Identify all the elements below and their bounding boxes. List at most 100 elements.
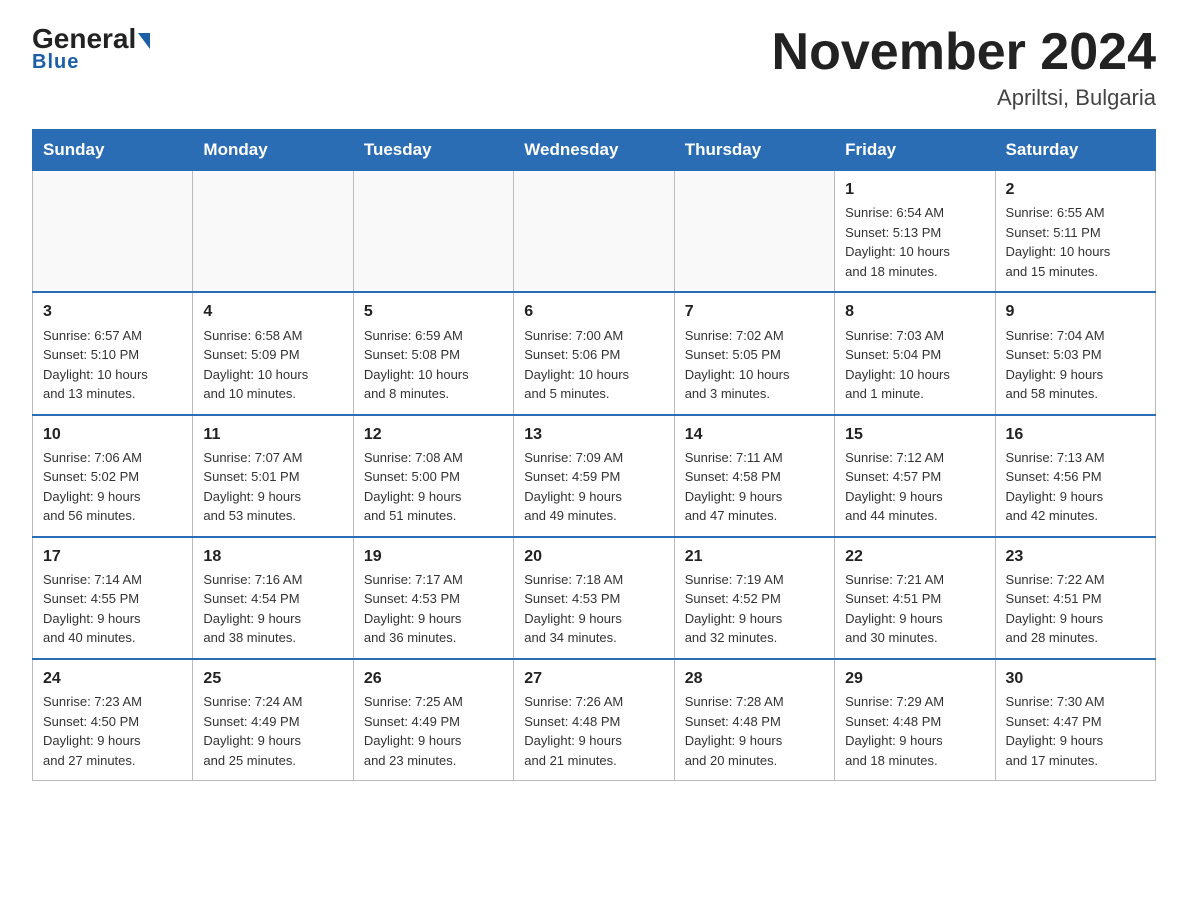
calendar-cell: 17Sunrise: 7:14 AMSunset: 4:55 PMDayligh… <box>33 537 193 659</box>
calendar-cell: 11Sunrise: 7:07 AMSunset: 5:01 PMDayligh… <box>193 415 353 537</box>
calendar-cell: 4 Sunrise: 6:58 AMSunset: 5:09 PMDaylight… <box>193 292 353 414</box>
day-info: Sunrise: 7:28 AMSunset: 4:48 PMDaylight:… <box>685 692 824 770</box>
calendar-cell: 5 Sunrise: 6:59 AMSunset: 5:08 PMDaylight… <box>353 292 513 414</box>
day-info: Sunrise: 7:18 AMSunset: 4:53 PMDaylight:… <box>524 570 663 648</box>
day-number: 5 <box>364 300 503 323</box>
calendar-cell: 21Sunrise: 7:19 AMSunset: 4:52 PMDayligh… <box>674 537 834 659</box>
calendar-cell <box>193 171 353 293</box>
header-saturday: Saturday <box>995 130 1155 171</box>
calendar-week-row: 10Sunrise: 7:06 AMSunset: 5:02 PMDayligh… <box>33 415 1156 537</box>
day-info: Sunrise: 7:23 AMSunset: 4:50 PMDaylight:… <box>43 692 182 770</box>
calendar-cell: 26Sunrise: 7:25 AMSunset: 4:49 PMDayligh… <box>353 659 513 781</box>
day-number: 24 <box>43 667 182 690</box>
header-monday: Monday <box>193 130 353 171</box>
calendar-cell: 15Sunrise: 7:12 AMSunset: 4:57 PMDayligh… <box>835 415 995 537</box>
day-number: 4 <box>203 300 342 323</box>
calendar-cell: 30Sunrise: 7:30 AMSunset: 4:47 PMDayligh… <box>995 659 1155 781</box>
calendar-cell: 19Sunrise: 7:17 AMSunset: 4:53 PMDayligh… <box>353 537 513 659</box>
calendar-cell: 16Sunrise: 7:13 AMSunset: 4:56 PMDayligh… <box>995 415 1155 537</box>
calendar-cell <box>674 171 834 293</box>
day-info: Sunrise: 7:11 AMSunset: 4:58 PMDaylight:… <box>685 448 824 526</box>
calendar-table: Sunday Monday Tuesday Wednesday Thursday… <box>32 129 1156 781</box>
day-info: Sunrise: 7:24 AMSunset: 4:49 PMDaylight:… <box>203 692 342 770</box>
day-number: 8 <box>845 300 984 323</box>
day-info: Sunrise: 7:00 AMSunset: 5:06 PMDaylight:… <box>524 326 663 404</box>
logo-blue: Blue <box>32 51 79 74</box>
day-info: Sunrise: 7:30 AMSunset: 4:47 PMDaylight:… <box>1006 692 1145 770</box>
day-info: Sunrise: 7:25 AMSunset: 4:49 PMDaylight:… <box>364 692 503 770</box>
calendar-cell: 7 Sunrise: 7:02 AMSunset: 5:05 PMDaylight… <box>674 292 834 414</box>
day-info: Sunrise: 7:17 AMSunset: 4:53 PMDaylight:… <box>364 570 503 648</box>
day-number: 2 <box>1006 178 1145 201</box>
day-info: Sunrise: 7:22 AMSunset: 4:51 PMDaylight:… <box>1006 570 1145 648</box>
day-info: Sunrise: 7:04 AMSunset: 5:03 PMDaylight:… <box>1006 326 1145 404</box>
calendar-cell: 13Sunrise: 7:09 AMSunset: 4:59 PMDayligh… <box>514 415 674 537</box>
day-info: Sunrise: 7:16 AMSunset: 4:54 PMDaylight:… <box>203 570 342 648</box>
calendar-cell: 10Sunrise: 7:06 AMSunset: 5:02 PMDayligh… <box>33 415 193 537</box>
month-title: November 2024 <box>772 24 1156 81</box>
day-number: 17 <box>43 545 182 568</box>
day-number: 26 <box>364 667 503 690</box>
calendar-cell: 28Sunrise: 7:28 AMSunset: 4:48 PMDayligh… <box>674 659 834 781</box>
location-title: Apriltsi, Bulgaria <box>772 85 1156 111</box>
day-number: 7 <box>685 300 824 323</box>
day-info: Sunrise: 6:59 AMSunset: 5:08 PMDaylight:… <box>364 326 503 404</box>
calendar-cell <box>514 171 674 293</box>
day-info: Sunrise: 7:06 AMSunset: 5:02 PMDaylight:… <box>43 448 182 526</box>
calendar-cell: 12Sunrise: 7:08 AMSunset: 5:00 PMDayligh… <box>353 415 513 537</box>
calendar-cell: 29Sunrise: 7:29 AMSunset: 4:48 PMDayligh… <box>835 659 995 781</box>
day-number: 15 <box>845 423 984 446</box>
day-number: 29 <box>845 667 984 690</box>
header-tuesday: Tuesday <box>353 130 513 171</box>
day-info: Sunrise: 6:55 AMSunset: 5:11 PMDaylight:… <box>1006 203 1145 281</box>
calendar-cell: 25Sunrise: 7:24 AMSunset: 4:49 PMDayligh… <box>193 659 353 781</box>
calendar-week-row: 17Sunrise: 7:14 AMSunset: 4:55 PMDayligh… <box>33 537 1156 659</box>
weekday-header-row: Sunday Monday Tuesday Wednesday Thursday… <box>33 130 1156 171</box>
calendar-cell <box>33 171 193 293</box>
day-info: Sunrise: 7:09 AMSunset: 4:59 PMDaylight:… <box>524 448 663 526</box>
header-sunday: Sunday <box>33 130 193 171</box>
calendar-cell: 24Sunrise: 7:23 AMSunset: 4:50 PMDayligh… <box>33 659 193 781</box>
day-number: 19 <box>364 545 503 568</box>
day-number: 18 <box>203 545 342 568</box>
calendar-cell: 27Sunrise: 7:26 AMSunset: 4:48 PMDayligh… <box>514 659 674 781</box>
calendar-cell: 3Sunrise: 6:57 AMSunset: 5:10 PMDaylight… <box>33 292 193 414</box>
day-number: 3 <box>43 300 182 323</box>
day-number: 20 <box>524 545 663 568</box>
day-info: Sunrise: 7:14 AMSunset: 4:55 PMDaylight:… <box>43 570 182 648</box>
day-number: 28 <box>685 667 824 690</box>
calendar-week-row: 24Sunrise: 7:23 AMSunset: 4:50 PMDayligh… <box>33 659 1156 781</box>
day-number: 6 <box>524 300 663 323</box>
day-info: Sunrise: 7:29 AMSunset: 4:48 PMDaylight:… <box>845 692 984 770</box>
day-info: Sunrise: 7:02 AMSunset: 5:05 PMDaylight:… <box>685 326 824 404</box>
day-info: Sunrise: 7:08 AMSunset: 5:00 PMDaylight:… <box>364 448 503 526</box>
day-info: Sunrise: 7:12 AMSunset: 4:57 PMDaylight:… <box>845 448 984 526</box>
day-number: 13 <box>524 423 663 446</box>
day-info: Sunrise: 6:58 AMSunset: 5:09 PMDaylight:… <box>203 326 342 404</box>
day-number: 14 <box>685 423 824 446</box>
day-number: 1 <box>845 178 984 201</box>
logo: General Blue <box>32 24 150 74</box>
header-wednesday: Wednesday <box>514 130 674 171</box>
calendar-cell: 8 Sunrise: 7:03 AMSunset: 5:04 PMDaylight… <box>835 292 995 414</box>
day-number: 27 <box>524 667 663 690</box>
title-area: November 2024 Apriltsi, Bulgaria <box>772 24 1156 111</box>
calendar-week-row: 1Sunrise: 6:54 AMSunset: 5:13 PMDaylight… <box>33 171 1156 293</box>
day-number: 9 <box>1006 300 1145 323</box>
day-number: 30 <box>1006 667 1145 690</box>
day-number: 10 <box>43 423 182 446</box>
calendar-cell: 1Sunrise: 6:54 AMSunset: 5:13 PMDaylight… <box>835 171 995 293</box>
day-number: 22 <box>845 545 984 568</box>
calendar-cell: 22Sunrise: 7:21 AMSunset: 4:51 PMDayligh… <box>835 537 995 659</box>
day-number: 25 <box>203 667 342 690</box>
header-thursday: Thursday <box>674 130 834 171</box>
calendar-cell: 23Sunrise: 7:22 AMSunset: 4:51 PMDayligh… <box>995 537 1155 659</box>
day-number: 23 <box>1006 545 1145 568</box>
day-number: 21 <box>685 545 824 568</box>
day-number: 12 <box>364 423 503 446</box>
day-info: Sunrise: 7:03 AMSunset: 5:04 PMDaylight:… <box>845 326 984 404</box>
day-info: Sunrise: 7:19 AMSunset: 4:52 PMDaylight:… <box>685 570 824 648</box>
calendar-week-row: 3Sunrise: 6:57 AMSunset: 5:10 PMDaylight… <box>33 292 1156 414</box>
day-info: Sunrise: 7:07 AMSunset: 5:01 PMDaylight:… <box>203 448 342 526</box>
calendar-cell <box>353 171 513 293</box>
